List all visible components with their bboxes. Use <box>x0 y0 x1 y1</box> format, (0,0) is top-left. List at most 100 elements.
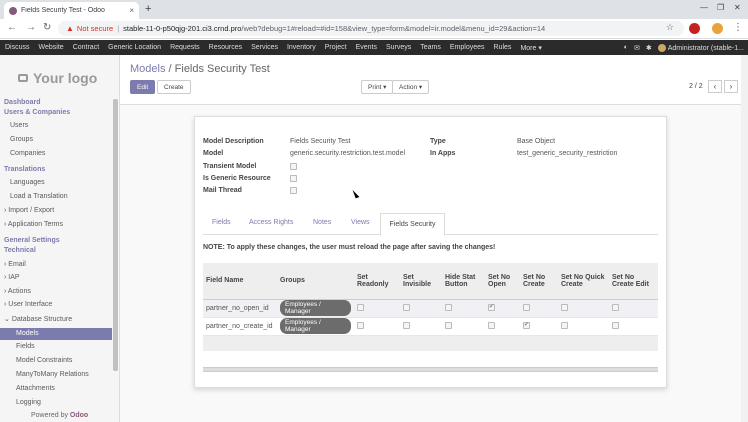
col-groups[interactable]: Groups <box>277 263 354 300</box>
set-readonly-checkbox[interactable] <box>357 304 364 312</box>
tab-views[interactable]: Views <box>351 219 370 226</box>
menu-requests[interactable]: Requests <box>170 44 200 51</box>
create-button[interactable]: Create <box>157 80 191 94</box>
activity-icon[interactable]: ✱ <box>646 44 652 52</box>
set-readonly-checkbox[interactable] <box>357 322 364 330</box>
sidebar-item-load-translation[interactable]: Load a Translation <box>10 193 68 200</box>
sidebar-scrollbar[interactable] <box>113 99 118 371</box>
pager-next-button[interactable]: › <box>724 80 738 93</box>
sidebar-item-technical[interactable]: Technical <box>4 247 36 254</box>
col-set-no-quick-create[interactable]: Set No Quick Create <box>558 263 609 300</box>
tab-fields[interactable]: Fields <box>212 219 231 226</box>
sidebar-item-users-companies[interactable]: Users & Companies <box>4 109 70 116</box>
transient-model-checkbox[interactable] <box>290 163 297 170</box>
col-set-readonly[interactable]: Set Readonly <box>354 263 400 300</box>
main-scrollbar[interactable] <box>741 55 748 422</box>
chat-icon[interactable]: ✉ <box>634 44 640 52</box>
generic-resource-checkbox[interactable] <box>290 175 297 182</box>
forward-icon[interactable]: → <box>26 22 36 33</box>
tab-access-rights[interactable]: Access Rights <box>249 219 293 226</box>
table-row[interactable]: partner_no_open_id Employees / Manager <box>203 299 658 318</box>
sidebar-item-models[interactable]: Models <box>0 328 112 340</box>
set-no-create-checkbox[interactable] <box>523 321 530 330</box>
maximize-icon[interactable]: ❐ <box>717 3 724 12</box>
sidebar-item-attachments[interactable]: Attachments <box>16 385 55 392</box>
sidebar-item-model-constraints[interactable]: Model Constraints <box>16 357 72 364</box>
powered-by[interactable]: Powered by Odoo <box>31 412 88 419</box>
tab-fields-security[interactable]: Fields Security <box>380 213 445 236</box>
minimize-icon[interactable]: — <box>700 3 708 12</box>
menu-events[interactable]: Events <box>356 44 377 51</box>
set-invisible-checkbox[interactable] <box>403 304 410 312</box>
reload-icon[interactable]: ↻ <box>43 22 51 33</box>
bookmark-star-icon[interactable]: ☆ <box>666 22 674 33</box>
sidebar-item-database-structure[interactable]: ⌄ Database Structure <box>4 315 72 323</box>
set-no-quick-create-checkbox[interactable] <box>561 304 568 312</box>
menu-generic-location[interactable]: Generic Location <box>108 44 161 51</box>
edit-button[interactable]: Edit <box>130 80 156 94</box>
user-menu[interactable]: Administrator (stable-1... <box>657 43 744 52</box>
pager-value[interactable]: 2 / 2 <box>689 83 703 90</box>
menu-services[interactable]: Services <box>251 44 278 51</box>
sidebar-item-import-export[interactable]: › Import / Export <box>4 207 54 214</box>
set-invisible-checkbox[interactable] <box>403 322 410 330</box>
address-bar[interactable]: ▲ Not secure | stable-11-0-p50qjg-201.ci… <box>58 21 684 36</box>
debug-icon[interactable]: ◐ <box>624 44 628 51</box>
col-set-no-create-edit[interactable]: Set No Create Edit <box>609 263 658 300</box>
menu-resources[interactable]: Resources <box>209 44 242 51</box>
menu-rules[interactable]: Rules <box>494 44 512 51</box>
sidebar-item-general-settings[interactable]: General Settings <box>4 237 60 244</box>
set-no-create-edit-checkbox[interactable] <box>612 304 619 312</box>
menu-more[interactable]: More ▾ <box>520 44 541 52</box>
action-dropdown[interactable]: Action ▾ <box>392 80 430 94</box>
set-no-quick-create-checkbox[interactable] <box>561 322 568 330</box>
col-set-no-create[interactable]: Set No Create <box>520 263 558 300</box>
menu-website[interactable]: Website <box>39 44 64 51</box>
set-no-create-checkbox[interactable] <box>523 304 530 312</box>
tab-close-icon[interactable]: × <box>129 6 134 15</box>
sidebar-item-actions[interactable]: › Actions <box>4 288 31 295</box>
menu-surveys[interactable]: Surveys <box>386 44 411 51</box>
tab-notes[interactable]: Notes <box>313 219 331 226</box>
table-horizontal-scrollbar[interactable] <box>203 367 658 372</box>
sidebar-item-languages[interactable]: Languages <box>10 179 45 186</box>
breadcrumb-models[interactable]: Models <box>130 63 165 75</box>
sidebar-item-groups[interactable]: Groups <box>10 136 33 143</box>
print-dropdown[interactable]: Print ▾ <box>361 80 394 94</box>
sidebar-item-logging[interactable]: Logging <box>16 399 41 406</box>
table-row[interactable]: partner_no_create_id Employees / Manager <box>203 317 658 336</box>
col-field-name[interactable]: Field Name <box>203 263 277 300</box>
sidebar-item-user-interface[interactable]: › User Interface <box>4 301 52 308</box>
col-set-invisible[interactable]: Set Invisible <box>400 263 442 300</box>
hide-stat-button-checkbox[interactable] <box>445 304 452 312</box>
extension-icon[interactable] <box>689 23 700 34</box>
menu-employees[interactable]: Employees <box>450 44 485 51</box>
hide-stat-button-checkbox[interactable] <box>445 322 452 330</box>
set-no-open-checkbox[interactable] <box>488 303 495 312</box>
col-hide-stat-button[interactable]: Hide Stat Button <box>442 263 485 300</box>
sidebar-item-email[interactable]: › Email <box>4 261 26 268</box>
sidebar-item-users[interactable]: Users <box>10 122 28 129</box>
new-tab-button[interactable]: + <box>145 3 151 15</box>
menu-project[interactable]: Project <box>325 44 347 51</box>
pager-previous-button[interactable]: ‹ <box>708 80 722 93</box>
menu-dots-icon[interactable]: ⋮ <box>733 22 743 33</box>
profile-icon[interactable] <box>712 23 723 34</box>
mail-thread-checkbox[interactable] <box>290 187 297 194</box>
back-icon[interactable]: ← <box>7 22 17 33</box>
menu-contract[interactable]: Contract <box>73 44 99 51</box>
sidebar-item-iap[interactable]: › IAP <box>4 274 20 281</box>
menu-inventory[interactable]: Inventory <box>287 44 316 51</box>
sidebar-item-many2many[interactable]: ManyToMany Relations <box>16 371 89 378</box>
sidebar-item-companies[interactable]: Companies <box>10 150 45 157</box>
browser-tab[interactable]: Fields Security Test - Odoo × <box>4 2 139 19</box>
sidebar-item-translations[interactable]: Translations <box>4 166 45 173</box>
close-window-icon[interactable]: ✕ <box>734 3 741 12</box>
col-set-no-open[interactable]: Set No Open <box>485 263 520 300</box>
sidebar-item-fields[interactable]: Fields <box>16 343 35 350</box>
sidebar-item-application-terms[interactable]: › Application Terms <box>4 221 63 228</box>
set-no-create-edit-checkbox[interactable] <box>612 322 619 330</box>
menu-discuss[interactable]: Discuss <box>5 44 30 51</box>
sidebar-item-dashboard[interactable]: Dashboard <box>4 99 41 106</box>
set-no-open-checkbox[interactable] <box>488 322 495 330</box>
